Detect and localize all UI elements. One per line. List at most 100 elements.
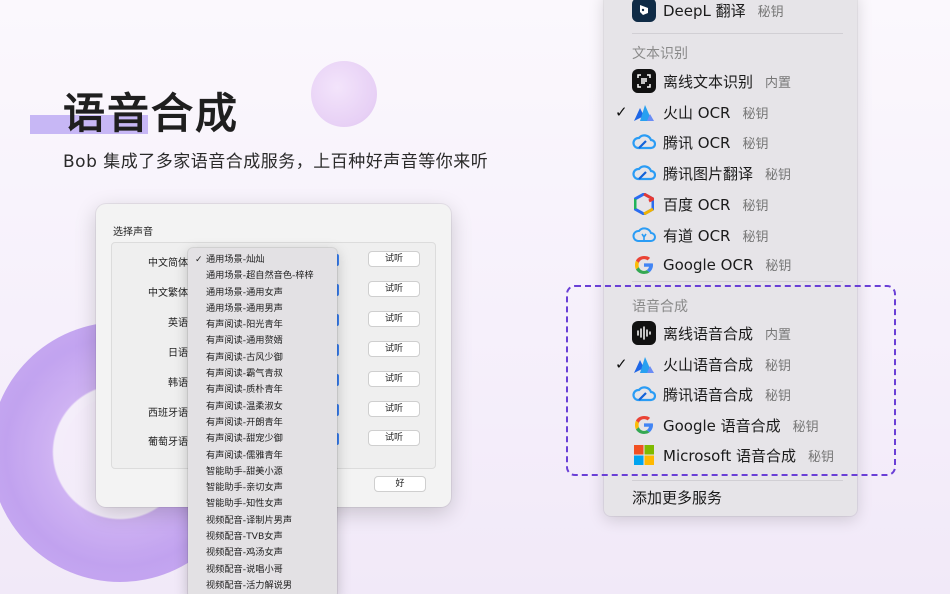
voice-option[interactable]: 有声阅读-温柔淑女 — [188, 399, 337, 415]
menu-divider — [632, 281, 843, 282]
voice-option-label: 有声阅读-古风少御 — [206, 351, 283, 363]
section-header-ocr: 文本识别 — [632, 46, 688, 62]
voice-option[interactable]: 通用场景-超自然音色-梓梓 — [188, 268, 337, 284]
language-label: 中文简体 — [148, 258, 188, 269]
tencent-cloud-icon — [632, 130, 656, 154]
voice-option[interactable]: 有声阅读-质朴青年 — [188, 382, 337, 398]
volcano-icon — [632, 100, 656, 124]
voice-option[interactable]: 视频配音-鸡汤女声 — [188, 545, 337, 561]
menu-item-text: 腾讯 OCR 秘钥 — [663, 132, 769, 153]
menu-item-badge: 秘钥 — [742, 106, 769, 122]
menu-item[interactable]: 有道 OCR 秘钥 — [604, 222, 857, 250]
menu-item-label: 腾讯图片翻译 — [663, 165, 754, 184]
youdao-cloud-icon — [632, 223, 656, 247]
voice-option-label: 视频配音-译制片男声 — [206, 514, 293, 526]
voice-option[interactable]: 视频配音-TVB女声 — [188, 529, 337, 545]
voice-option[interactable]: 有声阅读-甜宠少御 — [188, 431, 337, 447]
menu-item[interactable]: ✓ 火山 OCR 秘钥 — [604, 99, 857, 127]
voice-option-label: 智能助手-知性女声 — [206, 498, 283, 510]
menu-divider — [632, 33, 843, 34]
voice-option[interactable]: 有声阅读-古风少御 — [188, 350, 337, 366]
voice-option-label: 有声阅读-通用赘婿 — [206, 335, 283, 347]
tts-highlight-box — [566, 285, 896, 476]
try-listen-button[interactable]: 试听 — [368, 430, 420, 446]
menu-item-text: 火山 OCR 秘钥 — [663, 102, 769, 123]
try-listen-button[interactable]: 试听 — [368, 341, 420, 357]
voice-option[interactable]: ✓ 通用场景-灿灿 — [188, 252, 337, 268]
menu-item[interactable]: 百度 OCR 秘钥 — [604, 191, 857, 219]
menu-item[interactable]: Google OCR 秘钥 — [604, 252, 857, 280]
menu-item-label: 离线文本识别 — [663, 73, 754, 91]
voice-option[interactable]: 视频配音-说唱小哥 — [188, 562, 337, 578]
menu-item-deepl[interactable]: DeepL 翻译 秘钥 — [604, 0, 857, 25]
voice-option[interactable]: 有声阅读-通用赘婿 — [188, 333, 337, 349]
menu-item-badge: 内置 — [765, 76, 792, 91]
try-listen-button[interactable]: 试听 — [368, 401, 420, 417]
voice-option[interactable]: 有声阅读-霸气青叔 — [188, 366, 337, 382]
voice-option-label: 智能助手-甜美小源 — [206, 465, 283, 477]
baidu-cloud-icon — [632, 192, 656, 216]
voice-option[interactable]: 智能助手-知性女声 — [188, 496, 337, 512]
voice-option-label: 视频配音-说唱小哥 — [206, 563, 283, 575]
menu-item[interactable]: 腾讯 OCR 秘钥 — [604, 129, 857, 157]
voice-option[interactable]: 视频配音-活力解说男 — [188, 578, 337, 594]
menu-item-badge: 秘钥 — [742, 198, 769, 214]
voice-option[interactable]: 通用场景-通用女声 — [188, 285, 337, 301]
scan-icon — [632, 69, 656, 93]
try-listen-button[interactable]: 试听 — [368, 371, 420, 387]
voice-option-label: 通用场景-通用男声 — [206, 302, 283, 314]
menu-item-text: 百度 OCR 秘钥 — [663, 194, 769, 215]
menu-item-badge: 秘钥 — [757, 5, 784, 20]
voice-option[interactable]: 智能助手-甜美小源 — [188, 464, 337, 480]
menu-item-badge: 秘钥 — [742, 137, 769, 153]
menu-item-label: 腾讯 OCR — [663, 134, 731, 153]
menu-item[interactable]: 腾讯图片翻译 秘钥 — [604, 160, 857, 188]
page-subtitle: Bob 集成了多家语音合成服务，上百种好声音等你来听 — [63, 152, 489, 172]
voice-option-label: 视频配音-鸡汤女声 — [206, 547, 283, 559]
menu-item-label: 百度 OCR — [663, 195, 731, 214]
menu-item[interactable]: 离线文本识别 内置 — [604, 68, 857, 96]
language-label: 韩语 — [168, 378, 188, 389]
menu-item-badge: 秘钥 — [765, 259, 792, 275]
menu-item-label: Google OCR — [663, 256, 754, 275]
voice-option-label: 有声阅读-阳光青年 — [206, 319, 283, 331]
voice-option-label: 视频配音-活力解说男 — [206, 579, 293, 591]
voice-option[interactable]: 视频配音-译制片男声 — [188, 513, 337, 529]
language-label: 日语 — [168, 348, 188, 359]
ok-button[interactable]: 好 — [374, 476, 426, 492]
tencent-cloud-icon — [632, 161, 656, 185]
deepl-icon — [632, 0, 656, 22]
try-listen-button[interactable]: 试听 — [368, 251, 420, 267]
language-label: 英语 — [168, 318, 188, 329]
menu-divider — [632, 480, 843, 481]
add-more-services-item[interactable]: 添加更多服务 — [632, 487, 722, 508]
voice-option-label: 智能助手-亲切女声 — [206, 482, 283, 494]
language-label: 葡萄牙语 — [148, 437, 188, 448]
menu-item-text: 腾讯图片翻译 秘钥 — [663, 163, 791, 184]
voice-option-label: 通用场景-超自然音色-梓梓 — [206, 270, 314, 282]
voice-option-label: 有声阅读-开朗青年 — [206, 416, 283, 428]
voice-option[interactable]: 有声阅读-阳光青年 — [188, 317, 337, 333]
decorative-circle — [311, 61, 377, 127]
menu-item-text: 离线文本识别 内置 — [663, 71, 791, 92]
voice-option[interactable]: 有声阅读-开朗青年 — [188, 415, 337, 431]
try-listen-button[interactable]: 试听 — [368, 311, 420, 327]
page-title: 语音合成 — [63, 89, 240, 138]
menu-item-label: DeepL 翻译 — [663, 2, 746, 20]
language-label: 中文繁体 — [148, 288, 188, 299]
voice-dropdown-menu[interactable]: ✓ 通用场景-灿灿 通用场景-超自然音色-梓梓 通用场景-通用女声 通用场景-通用男声有… — [188, 248, 337, 594]
voice-option[interactable]: 智能助手-亲切女声 — [188, 480, 337, 496]
voice-option-label: 有声阅读-霸气青叔 — [206, 368, 283, 380]
menu-item-text: Google OCR 秘钥 — [663, 255, 791, 274]
dialog-title: 选择声音 — [113, 227, 153, 238]
voice-option-label: 有声阅读-质朴青年 — [206, 384, 283, 396]
voice-option-label: 有声阅读-儒雅青年 — [206, 449, 283, 461]
menu-item-badge: 秘钥 — [742, 229, 769, 245]
checkmark-icon: ✓ — [615, 102, 628, 121]
menu-item-label: 火山 OCR — [663, 103, 731, 122]
try-listen-button[interactable]: 试听 — [368, 281, 420, 297]
voice-option[interactable]: 通用场景-通用男声 — [188, 301, 337, 317]
voice-option[interactable]: 有声阅读-儒雅青年 — [188, 448, 337, 464]
language-label: 西班牙语 — [148, 408, 188, 419]
menu-item-text: 有道 OCR 秘钥 — [663, 225, 769, 246]
